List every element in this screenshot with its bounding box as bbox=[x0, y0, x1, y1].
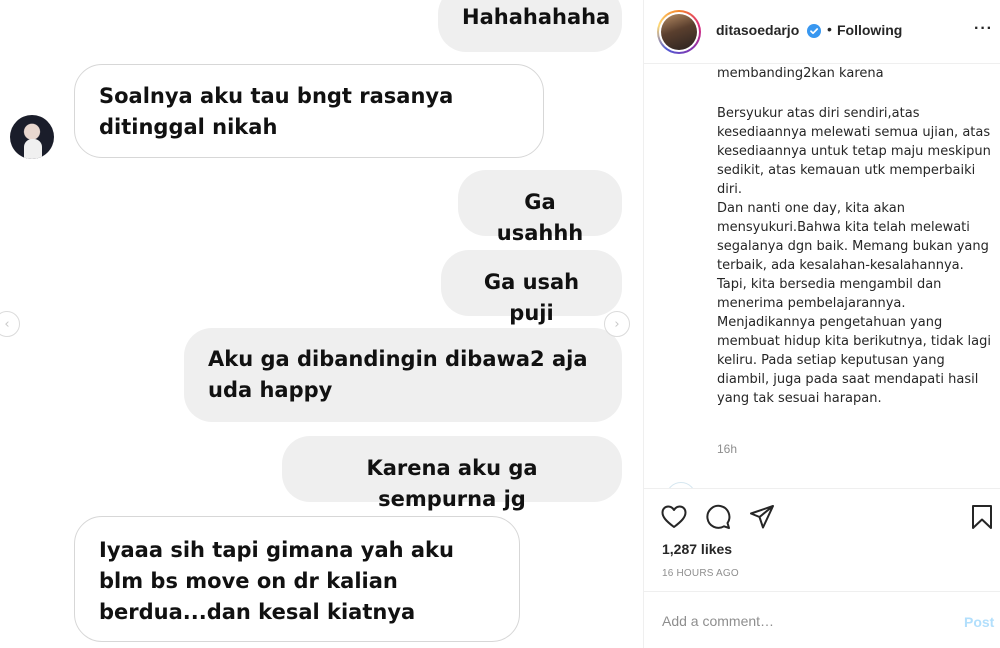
caption-paragraph: Dan nanti one day, kita akan mensyukuri.… bbox=[717, 201, 991, 406]
chat-message-received: Iyaaa sih tapi gimana yah aku blm bs mov… bbox=[74, 516, 520, 642]
author-username[interactable]: ditasoedarjo bbox=[716, 22, 799, 38]
post-timestamp: 16 HOURS AGO bbox=[662, 568, 739, 579]
chat-message-sent: Hahahahaha bbox=[438, 0, 622, 52]
chat-image: Hahahahaha Soalnya aku tau bngt rasanya … bbox=[0, 0, 643, 648]
post-comment-button[interactable]: Post bbox=[964, 614, 994, 630]
chat-message-sent: Aku ga dibandingin dibawa2 aja uda happy bbox=[184, 328, 622, 422]
author-avatar[interactable] bbox=[657, 10, 701, 54]
comment-icon[interactable] bbox=[704, 503, 732, 531]
bookmark-icon[interactable] bbox=[968, 503, 996, 531]
caption-scroll-area[interactable]: membanding2kan karena Bersyukur atas dir… bbox=[644, 64, 1000, 488]
paper-plane-icon[interactable] bbox=[748, 503, 776, 531]
avatar-photo bbox=[661, 14, 697, 50]
chat-message-sent: Ga usahhh bbox=[458, 170, 622, 245]
chat-message-received: Soalnya aku tau bngt rasanya ditinggal n… bbox=[74, 64, 544, 158]
comment-bar: Post bbox=[644, 591, 1000, 648]
chat-sender-avatar bbox=[10, 115, 54, 159]
separator-dot: • bbox=[827, 21, 832, 37]
comment-input[interactable] bbox=[662, 610, 942, 632]
like-count[interactable]: 1,287 likes bbox=[662, 541, 732, 557]
heart-icon[interactable] bbox=[660, 503, 688, 531]
caption-paragraph: Bersyukur atas diri sendiri,atas kesedia… bbox=[717, 106, 991, 197]
next-slide-button[interactable]: › bbox=[604, 311, 630, 337]
caption-truncated-line: membanding2kan karena bbox=[717, 66, 884, 81]
chevron-right-icon: › bbox=[614, 316, 620, 332]
verified-badge-icon bbox=[807, 24, 821, 38]
post-actions: 1,287 likes 16 HOURS AGO bbox=[644, 488, 1000, 591]
chat-message-sent: Karena aku ga sempurna jg bbox=[282, 436, 622, 511]
following-button[interactable]: Following bbox=[837, 22, 902, 38]
more-options-icon[interactable]: ··· bbox=[974, 20, 993, 38]
post-header: ditasoedarjo • Following ··· bbox=[644, 0, 1000, 64]
caption-timestamp: 16h bbox=[717, 442, 738, 456]
previous-slide-button[interactable]: ‹ bbox=[0, 311, 20, 337]
chevron-left-icon: ‹ bbox=[4, 316, 10, 332]
post-panel: ditasoedarjo • Following ··· membanding2… bbox=[643, 0, 1000, 648]
post-caption: Bersyukur atas diri sendiri,atas kesedia… bbox=[717, 104, 992, 408]
chat-message-sent: Ga usah puji bbox=[441, 250, 622, 325]
